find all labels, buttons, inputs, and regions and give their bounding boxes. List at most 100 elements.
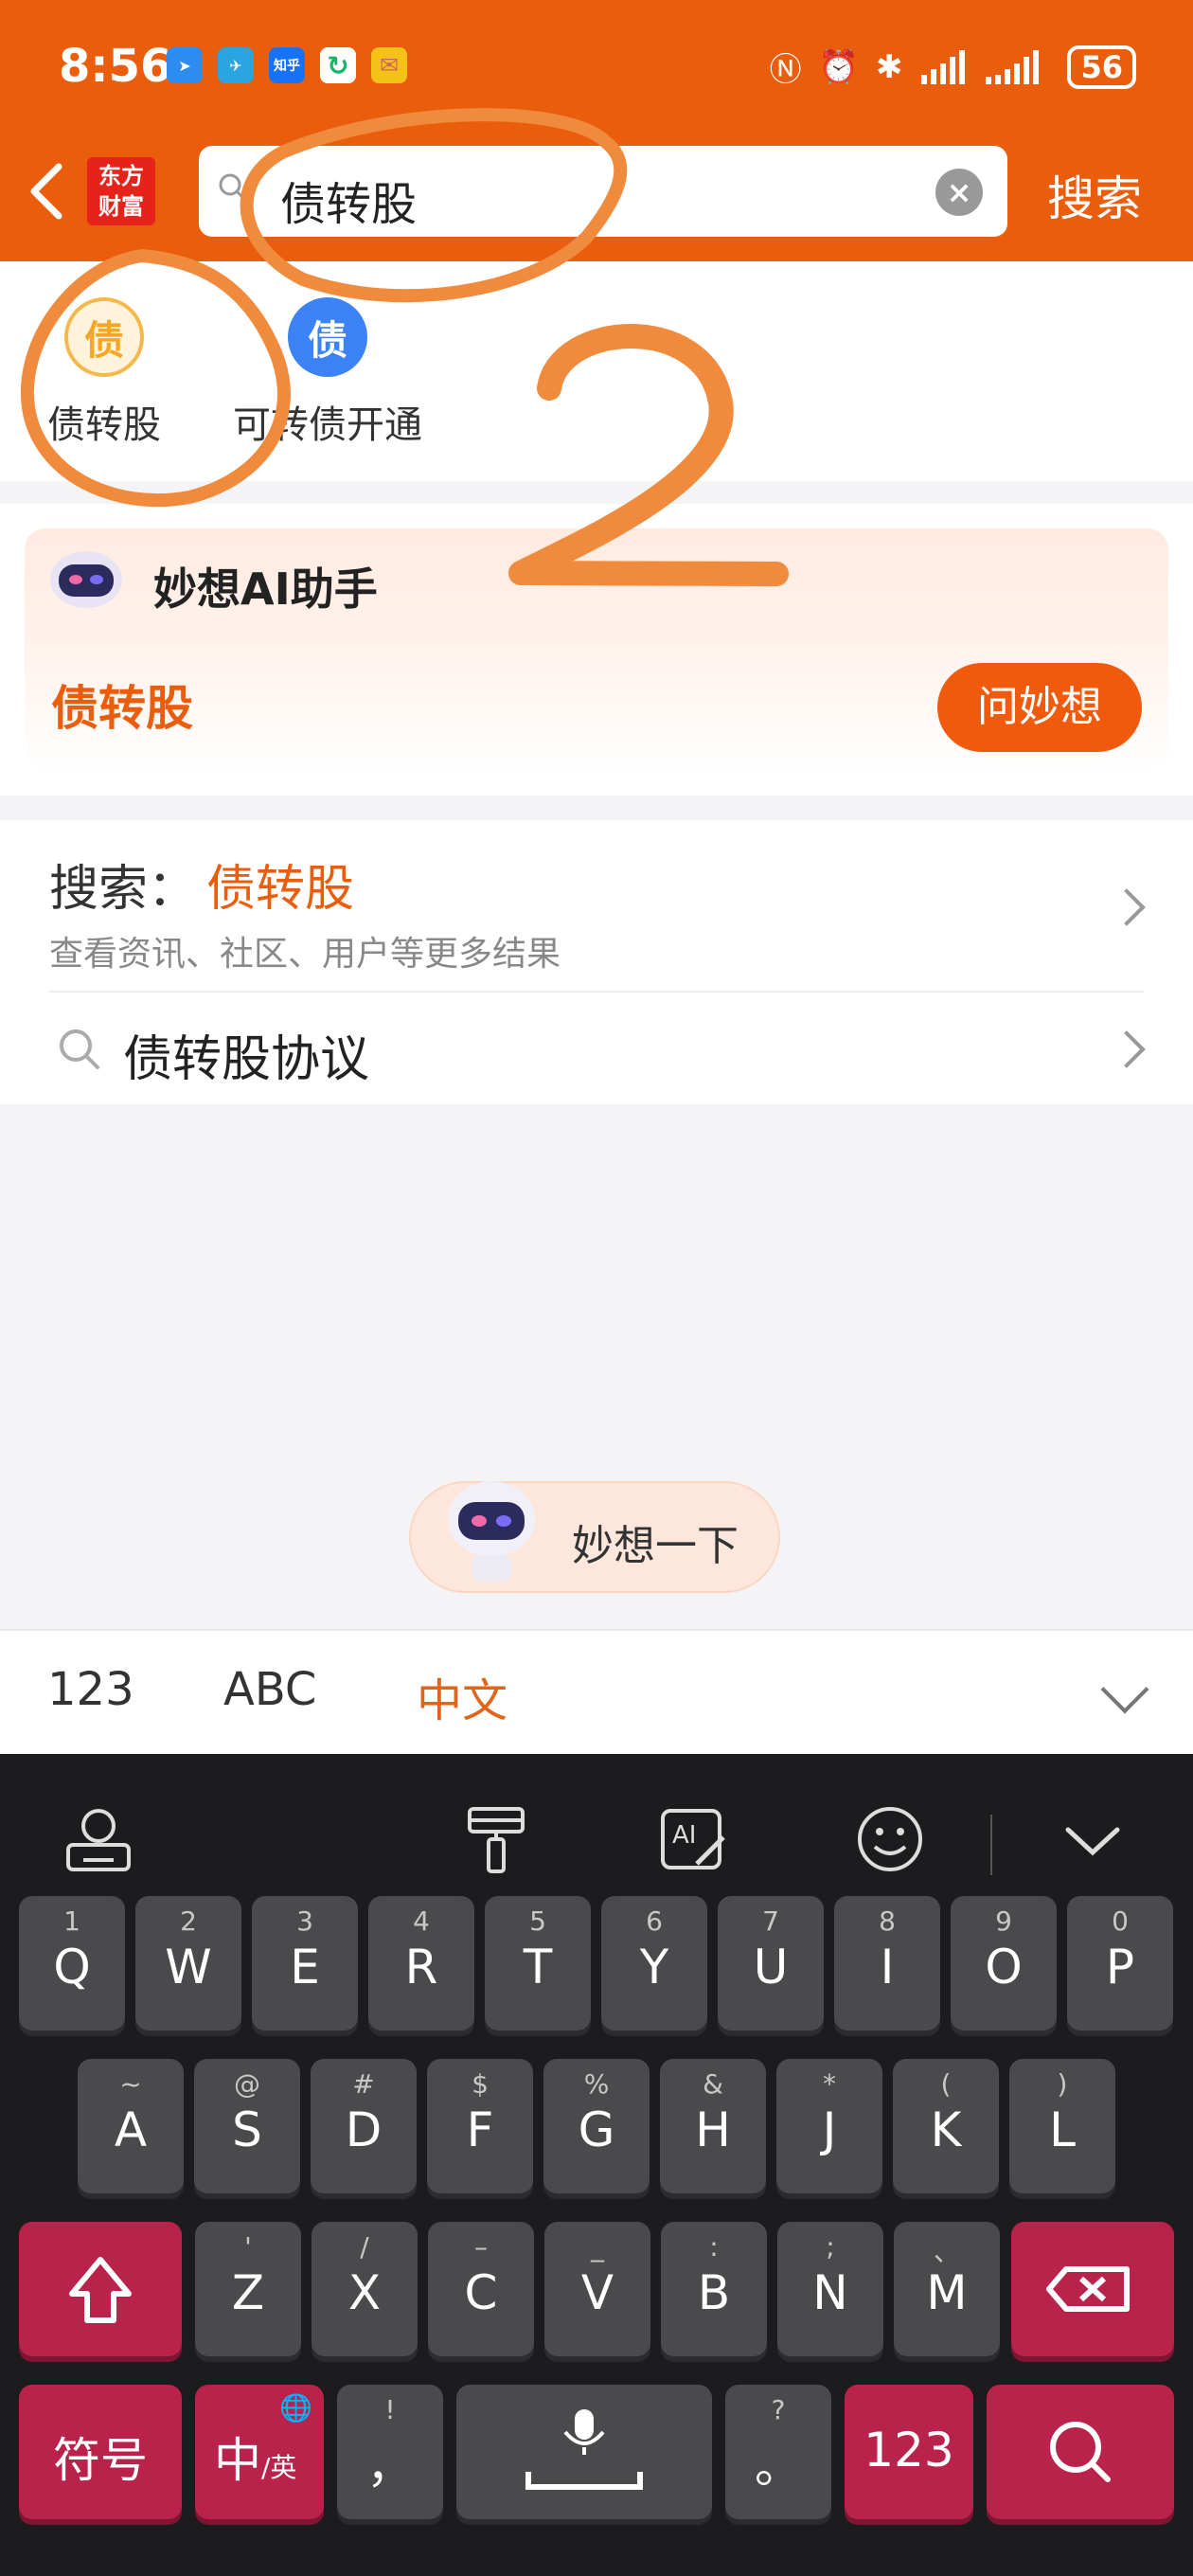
quick-entry-label: 债转股 (47, 403, 161, 447)
search-more-row[interactable]: 搜索： 债转股 查看资讯、社区、用户等更多结果 (0, 820, 1193, 993)
home-indicator (0, 2557, 1193, 2576)
key-y[interactable]: 6Y (601, 1896, 707, 2030)
key-label: V (580, 2265, 614, 2320)
key-x[interactable]: / X (312, 2222, 418, 2356)
key-j[interactable]: * J (776, 2059, 882, 2193)
globe-icon: 🌐 (279, 2392, 312, 2424)
signal-icon (986, 49, 1040, 84)
key-label: 123 (864, 2423, 954, 2478)
zhihu-icon: 知乎 (269, 47, 305, 83)
key-m[interactable]: 、 M (894, 2222, 1000, 2356)
key-p[interactable]: 0P (1067, 1896, 1173, 2030)
key-secondary-label: % (583, 2068, 610, 2100)
key-s[interactable]: @ S (194, 2059, 300, 2193)
search-button[interactable]: 搜索 (1047, 161, 1142, 229)
collapse-chevron-icon[interactable] (1100, 1665, 1149, 1714)
key-label: W (165, 1940, 212, 1995)
language-switch-key[interactable]: 🌐 中/英 (195, 2385, 324, 2519)
search-hint: 查看资讯、社区、用户等更多结果 (49, 935, 561, 974)
suggestion-row[interactable]: 债转股协议 (0, 993, 1193, 1104)
ai-write-icon[interactable]: AI (655, 1801, 731, 1877)
ask-ai-button[interactable]: 问妙想 (937, 663, 1142, 752)
key-c[interactable]: – C (428, 2222, 534, 2356)
ai-quick-button[interactable]: 妙想一下 (409, 1481, 780, 1593)
search-prefix: 搜索： (49, 861, 198, 918)
app-logo[interactable]: 东方 财富 (87, 157, 155, 225)
space-key[interactable] (456, 2385, 712, 2519)
key-g[interactable]: % G (543, 2059, 650, 2193)
key-n[interactable]: ; N (777, 2222, 883, 2356)
key-secondary-label: # (352, 2068, 375, 2100)
key-secondary-label: 7 (762, 1905, 779, 1937)
ai-assistant-card[interactable]: 妙想AI助手 债转股 问妙想 (25, 528, 1168, 771)
key-r[interactable]: 4R (368, 1896, 474, 2030)
key-secondary-label: ( (940, 2068, 952, 2100)
svg-text:AI: AI (672, 1821, 696, 1850)
key-label: B (697, 2265, 731, 2320)
key-z[interactable]: ' Z (195, 2222, 301, 2356)
backspace-key[interactable] (1011, 2222, 1174, 2356)
quick-entry-convertible-bond[interactable]: 债 可转债开通 (233, 297, 422, 449)
numbers-key[interactable]: 123 (845, 2385, 973, 2519)
search-key[interactable] (987, 2385, 1174, 2519)
key-v[interactable]: _ V (544, 2222, 650, 2356)
emoji-icon[interactable] (852, 1801, 928, 1877)
key-secondary-label: – (474, 2231, 488, 2263)
key-label: 符号 (53, 2433, 148, 2488)
key-i[interactable]: 8I (834, 1896, 940, 2030)
key-o[interactable]: 9O (951, 1896, 1057, 2030)
key-secondary-label: @ (234, 2068, 260, 2100)
key-k[interactable]: (K (893, 2059, 999, 2193)
ai-robot-icon (448, 1481, 535, 1582)
key-label: Y (639, 1940, 669, 1995)
key-secondary-label: ) (1057, 2068, 1068, 2100)
app-logo-text: 东方 财富 (98, 163, 144, 220)
symbols-key[interactable]: 符号 (19, 2385, 182, 2519)
key-h[interactable]: & H (660, 2059, 766, 2193)
key-label: S (232, 2102, 262, 2157)
key-b[interactable]: :B (661, 2222, 767, 2356)
key-label: C (464, 2265, 498, 2320)
key-q[interactable]: 1Q (19, 1896, 125, 2030)
key-label: G (578, 2102, 615, 2157)
clear-search-icon[interactable]: × (935, 169, 983, 216)
key-e[interactable]: 3E (252, 1896, 358, 2030)
keyboard-settings-icon[interactable] (61, 1801, 136, 1877)
chevron-right-icon (1108, 888, 1146, 926)
mode-tab-chinese[interactable]: 中文 (417, 1663, 507, 1729)
app-header: 8:56 ➤ ✈ 知乎 ↻ ✉ Ⓝ ⏰ ✱ 56 东方 财富 债转股 × 搜索 (0, 0, 1193, 261)
key-w[interactable]: 2W (135, 1896, 241, 2030)
comma-key[interactable]: !， (337, 2385, 443, 2519)
quick-entry-debt-to-equity[interactable]: 债 债转股 (47, 297, 161, 449)
key-f[interactable]: $ F (427, 2059, 533, 2193)
shift-key[interactable] (19, 2222, 182, 2356)
paint-brush-icon[interactable] (458, 1801, 534, 1877)
key-secondary-label: / (360, 2231, 369, 2263)
key-secondary-label: 5 (529, 1905, 546, 1937)
search-input[interactable]: 债转股 × (199, 146, 1007, 237)
key-secondary-label: 0 (1112, 1905, 1129, 1937)
key-d[interactable]: # D (311, 2059, 417, 2193)
key-label: F (466, 2102, 494, 2157)
mode-tab-numbers[interactable]: 123 (47, 1663, 134, 1716)
mode-tab-abc[interactable]: ABC (223, 1663, 316, 1716)
ai-query-text[interactable]: 债转股 (51, 671, 193, 739)
back-icon[interactable] (21, 157, 74, 225)
period-key[interactable]: ?。 (725, 2385, 831, 2519)
key-l[interactable]: ) L (1009, 2059, 1115, 2193)
microphone-icon (525, 2409, 643, 2490)
key-label: M (926, 2265, 968, 2320)
ai-quick-label: 妙想一下 (572, 1522, 739, 1570)
search-icon (219, 173, 247, 202)
hide-keyboard-icon[interactable] (1055, 1801, 1131, 1877)
ai-assistant-name: 妙想AI助手 (153, 564, 378, 615)
key-t[interactable]: 5T (485, 1896, 591, 2030)
status-time: 8:56 (59, 40, 172, 93)
key-a[interactable]: ~ A (78, 2059, 184, 2193)
key-label: ， (366, 2439, 414, 2494)
key-u[interactable]: 7U (718, 1896, 824, 2030)
bluesky-icon: ➤ (167, 47, 203, 83)
ai-assistant-section: 妙想AI助手 债转股 问妙想 (0, 504, 1193, 796)
quick-entries: 债 债转股 债 可转债开通 (0, 261, 1193, 481)
key-secondary-label: 8 (879, 1905, 896, 1937)
